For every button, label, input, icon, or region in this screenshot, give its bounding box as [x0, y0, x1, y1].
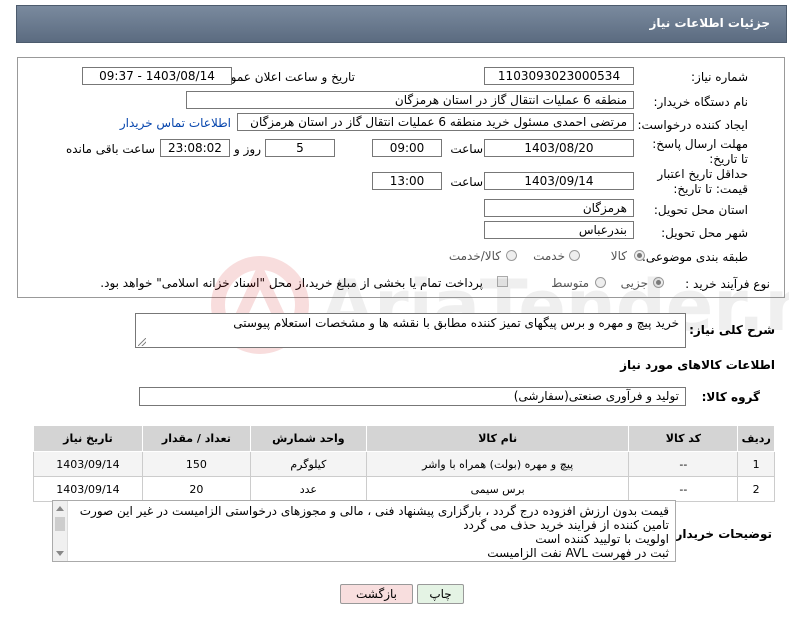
deadline-date-field[interactable]: 1403/08/20: [484, 139, 634, 157]
cell-quantity: 20: [141, 476, 251, 502]
city-label: شهر محل تحویل:: [661, 226, 748, 240]
notes-line: اولویت با تولیید کننده است: [535, 532, 669, 546]
buyer-notes-textarea[interactable]: قیمت بدون ارزش افزوده درج گردد ، بارگزار…: [52, 500, 676, 562]
need-number-field[interactable]: 1103093023000534: [484, 67, 634, 85]
table-row[interactable]: 2 -- برس سیمی عدد 20 1403/09/14: [33, 476, 775, 502]
category-radio-service[interactable]: [569, 250, 580, 261]
notes-line: ثبت در فهرست AVL نفت الزامیست: [487, 546, 669, 560]
back-button[interactable]: بازگشت: [340, 584, 413, 604]
cell-quantity: 150: [141, 451, 251, 477]
remaining-time-field[interactable]: 23:08:02: [160, 139, 230, 157]
process-option-medium: متوسط: [551, 276, 589, 290]
cell-unit: عدد: [249, 476, 367, 502]
col-header-code: کد کالا: [628, 425, 739, 452]
cell-row: 1: [737, 451, 775, 477]
category-radio-goods[interactable]: [634, 250, 645, 261]
cell-row: 2: [737, 476, 775, 502]
remaining-label: ساعت باقی مانده: [65, 142, 155, 156]
notes-line: تامین کننده از فرایند خرید حذف می گردد: [463, 518, 669, 532]
cell-name: برس سیمی: [365, 476, 630, 502]
buyer-notes-label: توضیحات خریدار:: [670, 527, 772, 541]
deadline-time-label: ساعت: [450, 142, 483, 156]
col-header-name: نام کالا: [365, 425, 630, 452]
scroll-up-icon[interactable]: [56, 506, 64, 511]
description-label: شرح کلی نیاز:: [689, 323, 775, 337]
need-number-label: شماره نیاز:: [691, 70, 748, 84]
treasury-payment-note: پرداخت تمام یا بخشی از مبلغ خرید،از محل …: [100, 276, 483, 290]
validity-date-field[interactable]: 1403/09/14: [484, 172, 634, 190]
page-title: جزئیات اطلاعات نیاز: [649, 16, 770, 30]
announce-field[interactable]: 1403/08/14 - 09:37: [82, 67, 232, 85]
treasury-payment-checkbox[interactable]: [497, 276, 508, 287]
resize-grip-icon[interactable]: [138, 338, 146, 346]
col-header-quantity: تعداد / مقدار: [141, 425, 251, 452]
contact-buyer-link[interactable]: اطلاعات تماس خریدار: [120, 116, 231, 130]
category-option-service: خدمت: [533, 249, 565, 263]
process-label: نوع فرآیند خرید :: [685, 277, 770, 291]
scroll-down-icon[interactable]: [56, 551, 64, 556]
page-header: جزئیات اطلاعات نیاز: [16, 5, 787, 43]
cell-date: 1403/09/14: [33, 451, 143, 477]
province-field[interactable]: هرمزگان: [484, 199, 634, 217]
cell-code: --: [628, 451, 739, 477]
notes-line: قیمت بدون ارزش افزوده درج گردد ، بارگزار…: [79, 504, 669, 518]
description-text: خرید پیچ و مهره و برس پیگهای تمیز کننده …: [233, 316, 679, 330]
goods-section-title: اطلاعات کالاهای مورد نیاز: [620, 358, 775, 372]
notes-scrollbar[interactable]: [53, 501, 68, 561]
category-radio-both[interactable]: [506, 250, 517, 261]
process-option-minor: جزیی: [620, 276, 648, 290]
goods-group-field[interactable]: تولید و فرآوری صنعتی(سفارشی): [139, 387, 686, 406]
col-header-date: تاریخ نیاز: [33, 425, 143, 452]
cell-name: پیچ و مهره (بولت) همراه با واشر: [365, 451, 630, 477]
buyer-field[interactable]: منطقه 6 عملیات انتقال گاز در استان هرمزگ…: [186, 91, 634, 109]
validity-label: حداقل تاریخ اعتبار قیمت: تا تاریخ:: [657, 167, 748, 196]
province-label: استان محل تحویل:: [653, 203, 748, 217]
city-field[interactable]: بندرعباس: [484, 221, 634, 239]
goods-group-label: گروه کالا:: [701, 390, 760, 404]
days-field[interactable]: 5: [265, 139, 335, 157]
process-radio-minor[interactable]: [653, 277, 664, 288]
cell-date: 1403/09/14: [33, 476, 143, 502]
scroll-thumb[interactable]: [55, 517, 65, 531]
requester-field[interactable]: مرتضی احمدی مسئول خرید منطقه 6 عملیات ان…: [237, 113, 634, 131]
category-label: طبقه بندی موضوعی:: [641, 250, 748, 264]
cell-unit: کیلوگرم: [249, 451, 367, 477]
requester-label: ایجاد کننده درخواست:: [637, 118, 748, 132]
validity-time-field[interactable]: 13:00: [372, 172, 442, 190]
buyer-label: نام دستگاه خریدار:: [653, 95, 749, 109]
category-option-both: کالا/خدمت: [448, 249, 501, 263]
items-table: ردیف کد کالا نام کالا واحد شمارش تعداد /…: [33, 425, 775, 502]
deadline-label: مهلت ارسال پاسخ: تا تاریخ:: [652, 137, 748, 166]
category-option-goods: کالا: [610, 249, 627, 263]
deadline-time-field[interactable]: 09:00: [372, 139, 442, 157]
process-radio-medium[interactable]: [595, 277, 606, 288]
col-header-unit: واحد شمارش: [249, 425, 367, 452]
validity-time-label: ساعت: [450, 175, 483, 189]
print-button[interactable]: چاپ: [417, 584, 464, 604]
col-header-row: ردیف: [737, 425, 775, 452]
description-textarea[interactable]: خرید پیچ و مهره و برس پیگهای تمیز کننده …: [135, 313, 686, 348]
cell-code: --: [628, 476, 739, 502]
table-row[interactable]: 1 -- پیچ و مهره (بولت) همراه با واشر کیل…: [33, 451, 775, 477]
days-label: روز و: [234, 142, 261, 156]
